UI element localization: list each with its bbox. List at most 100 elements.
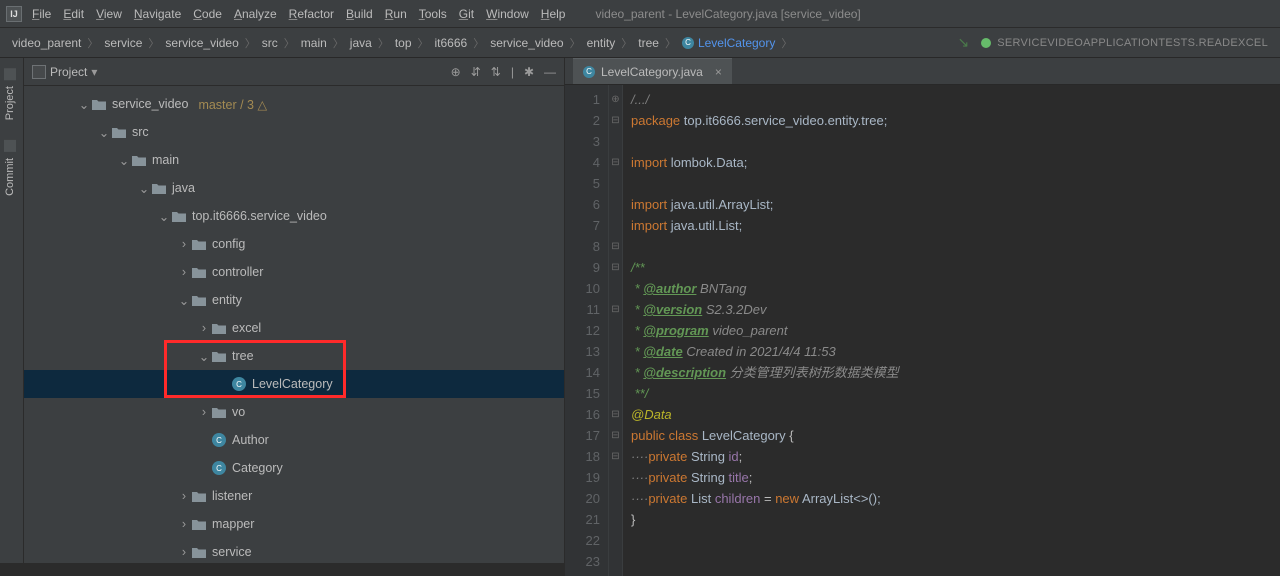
- code-area[interactable]: /.../ package top.it6666.service_video.e…: [623, 85, 899, 576]
- tree-node-category[interactable]: CCategory: [24, 454, 564, 482]
- fold-marker[interactable]: [609, 362, 622, 383]
- main-menu: File Edit View Navigate Code Analyze Refactor B…: [32, 7, 565, 21]
- build-status-icon[interactable]: ↘: [957, 34, 969, 51]
- fold-marker[interactable]: [609, 278, 622, 299]
- fold-marker[interactable]: [609, 320, 622, 341]
- menu-item-window[interactable]: Window: [486, 7, 529, 21]
- toolwindow-tab-project[interactable]: Project: [0, 58, 20, 130]
- chevron-icon[interactable]: ⌄: [198, 349, 210, 364]
- menu-item-view[interactable]: View: [96, 7, 122, 21]
- menu-item-refactor[interactable]: Refactor: [289, 7, 334, 21]
- tree-node-controller[interactable]: ›controller: [24, 258, 564, 286]
- fold-marker[interactable]: ⊟: [609, 404, 622, 425]
- settings-icon[interactable]: ✱: [524, 65, 534, 79]
- tree-node-tree[interactable]: ⌄tree: [24, 342, 564, 370]
- menu-item-run[interactable]: Run: [385, 7, 407, 21]
- fold-marker[interactable]: [609, 467, 622, 488]
- tree-node-label: Author: [232, 433, 269, 447]
- tree-node-entity[interactable]: ⌄ entity: [24, 286, 564, 314]
- breadcrumb-item[interactable]: video_parent: [12, 36, 81, 50]
- breadcrumb-separator: 〉: [781, 35, 792, 51]
- toolwindow-tab-commit[interactable]: Commit: [0, 130, 20, 206]
- menu-item-build[interactable]: Build: [346, 7, 373, 21]
- menu-item-help[interactable]: Help: [541, 7, 566, 21]
- breadcrumb-item[interactable]: service_video: [490, 36, 563, 50]
- fold-marker[interactable]: ⊟: [609, 152, 622, 173]
- chevron-icon[interactable]: ›: [178, 237, 190, 251]
- tree-node-author[interactable]: CAuthor: [24, 426, 564, 454]
- breadcrumb-item[interactable]: entity: [587, 36, 616, 50]
- fold-marker[interactable]: [609, 530, 622, 551]
- chevron-icon[interactable]: ›: [178, 517, 190, 531]
- tree-node-vo[interactable]: ›vo: [24, 398, 564, 426]
- menu-item-file[interactable]: File: [32, 7, 51, 21]
- collapse-all-icon[interactable]: ⇅: [491, 65, 501, 79]
- breadcrumb-item[interactable]: tree: [638, 36, 659, 50]
- menu-item-code[interactable]: Code: [193, 7, 222, 21]
- tree-node-mapper[interactable]: ›mapper: [24, 510, 564, 538]
- breadcrumb-item[interactable]: service_video: [165, 36, 238, 50]
- fold-marker[interactable]: ⊕: [609, 89, 622, 110]
- breadcrumb-separator: 〉: [665, 35, 676, 51]
- fold-marker[interactable]: ⊟: [609, 236, 622, 257]
- chevron-icon[interactable]: ›: [178, 265, 190, 279]
- editor-tab-active[interactable]: C LevelCategory.java ×: [573, 58, 732, 84]
- chevron-icon[interactable]: ›: [198, 321, 210, 335]
- chevron-icon[interactable]: ⌄: [158, 209, 170, 224]
- tree-node-listener[interactable]: ›listener: [24, 482, 564, 510]
- menu-item-tools[interactable]: Tools: [419, 7, 447, 21]
- tree-node-config[interactable]: ›config: [24, 230, 564, 258]
- breadcrumb-item[interactable]: it6666: [435, 36, 468, 50]
- tree-node-levelcategory[interactable]: CLevelCategory: [24, 370, 564, 398]
- fold-marker[interactable]: ⊟: [609, 110, 622, 131]
- project-view-selector[interactable]: Project ▾: [32, 65, 97, 79]
- fold-marker[interactable]: [609, 131, 622, 152]
- breadcrumb-item[interactable]: java: [350, 36, 372, 50]
- chevron-icon[interactable]: ⌄: [138, 181, 150, 196]
- fold-marker[interactable]: [609, 551, 622, 572]
- breadcrumb-item[interactable]: service: [104, 36, 142, 50]
- breadcrumb-item[interactable]: main: [301, 36, 327, 50]
- fold-marker[interactable]: [609, 509, 622, 530]
- tree-node-service-video[interactable]: ⌄service_videomaster / 3 △: [24, 90, 564, 118]
- breadcrumb-current[interactable]: CLevelCategory: [682, 36, 775, 50]
- chevron-icon[interactable]: ›: [198, 405, 210, 419]
- run-config[interactable]: SERVICEVIDEOAPPLICATIONTESTS.READEXCEL: [981, 37, 1268, 49]
- chevron-icon[interactable]: ⌄: [98, 125, 110, 140]
- chevron-icon[interactable]: ⌄: [78, 97, 90, 112]
- fold-marker[interactable]: ⊟: [609, 446, 622, 467]
- tree-node-label: entity: [212, 293, 242, 307]
- fold-marker[interactable]: [609, 173, 622, 194]
- fold-marker[interactable]: ⊟: [609, 425, 622, 446]
- menu-item-analyze[interactable]: Analyze: [234, 7, 277, 21]
- chevron-icon[interactable]: ›: [178, 489, 190, 503]
- expand-all-icon[interactable]: ⇵: [471, 65, 481, 79]
- tree-node-service[interactable]: ›service: [24, 538, 564, 563]
- fold-marker[interactable]: [609, 194, 622, 215]
- chevron-icon[interactable]: ⌄: [178, 293, 190, 308]
- hide-icon[interactable]: —: [544, 65, 556, 79]
- tree-node-main[interactable]: ⌄main: [24, 146, 564, 174]
- tree-node-src[interactable]: ⌄src: [24, 118, 564, 146]
- fold-marker[interactable]: ⊟: [609, 299, 622, 320]
- close-tab-icon[interactable]: ×: [715, 65, 722, 79]
- tree-node-java[interactable]: ⌄java: [24, 174, 564, 202]
- menu-item-git[interactable]: Git: [459, 7, 474, 21]
- chevron-icon[interactable]: ›: [178, 545, 190, 559]
- project-tree[interactable]: ⌄service_videomaster / 3 △⌄src⌄main⌄java…: [24, 86, 564, 563]
- line-number: 8: [565, 236, 600, 257]
- fold-marker[interactable]: [609, 488, 622, 509]
- menu-item-navigate[interactable]: Navigate: [134, 7, 181, 21]
- editor-body[interactable]: 1234567891011121314151617181920212223 ⊕⊟…: [565, 85, 1280, 576]
- menu-item-edit[interactable]: Edit: [63, 7, 84, 21]
- fold-marker[interactable]: ⊟: [609, 257, 622, 278]
- chevron-icon[interactable]: ⌄: [118, 153, 130, 168]
- fold-marker[interactable]: [609, 341, 622, 362]
- tree-node-top-it6666-service-video[interactable]: ⌄top.it6666.service_video: [24, 202, 564, 230]
- tree-node-excel[interactable]: ›excel: [24, 314, 564, 342]
- fold-marker[interactable]: [609, 383, 622, 404]
- locate-icon[interactable]: ⊕: [451, 65, 461, 79]
- breadcrumb-item[interactable]: src: [262, 36, 278, 50]
- breadcrumb-item[interactable]: top: [395, 36, 412, 50]
- fold-marker[interactable]: [609, 215, 622, 236]
